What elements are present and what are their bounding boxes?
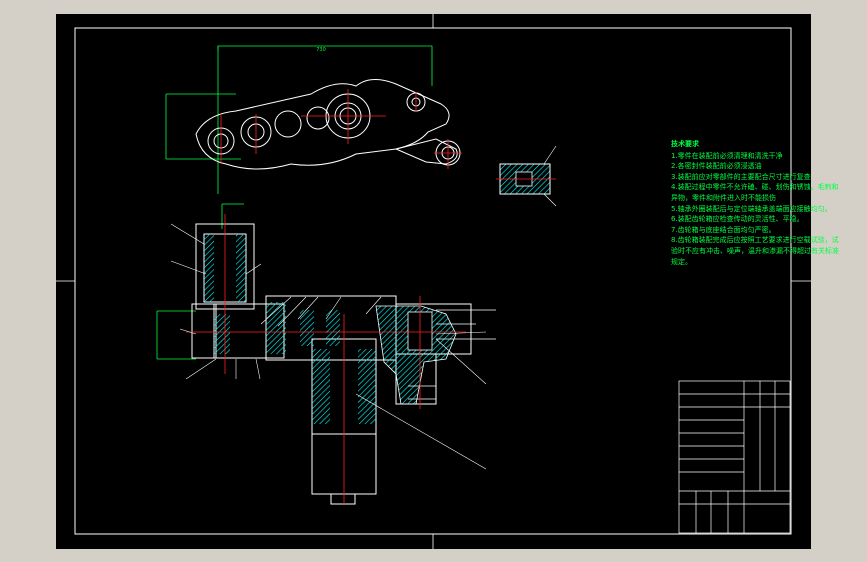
gearbox-assembly — [156, 203, 496, 505]
note-item: 7.齿轮箱与底座结合面均匀严密。 — [671, 225, 776, 234]
note-item: 8.齿轮箱装配完成后应按照工艺要求进行空载试验，试验时不应有冲击、噪声，温升和渗… — [671, 236, 839, 266]
note-item: 1.零件在装配前必须清理和清洗干净 — [671, 151, 783, 160]
note-item: 3.装配前应对零部件的主要配合尺寸进行复查 — [671, 172, 811, 181]
note-item: 6.装配齿轮箱应检查传动的灵活性、平稳。 — [671, 215, 804, 224]
dimension-label: 730 — [316, 47, 326, 53]
linkage-arm-view: 730 — [165, 45, 462, 194]
notes-title: 技术要求 — [671, 140, 699, 148]
cad-drawing: 730 — [56, 14, 811, 549]
drawing-canvas[interactable]: 730 技术要求 1.零件在装配前必须清理和清洗干净 2.各密封件装配前必须浸透… — [56, 14, 839, 549]
note-item: 2.各密封件装配前必须浸透油 — [671, 162, 762, 171]
note-item: 5.轴承外圈装配后与定位端轴承盖端面应接触均匀。 — [671, 204, 832, 213]
title-block — [678, 380, 791, 534]
bushing-detail — [496, 145, 557, 207]
note-item: 4.装配过程中零件不允许磕、碰、划伤和锈蚀。毛刺和异物，零件和附件进入时不能损伤 — [671, 183, 839, 202]
technical-requirements: 技术要求 1.零件在装配前必须清理和清洗干净 2.各密封件装配前必须浸透油 3.… — [671, 139, 841, 267]
